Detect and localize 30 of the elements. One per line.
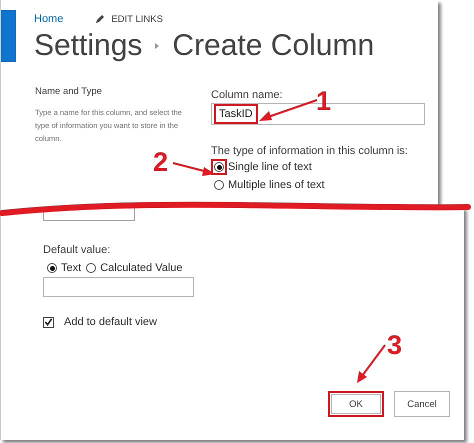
page-title: Settings: [34, 28, 142, 64]
checkbox[interactable]: [43, 316, 54, 328]
field-value: TaskID: [214, 104, 258, 124]
checkbox-label: Add to default view: [64, 316, 157, 328]
site-tile: [1, 10, 16, 62]
field-label: The type of information in this column is:: [211, 145, 409, 157]
radio-button[interactable]: [211, 159, 227, 175]
breadcrumb-arrow-icon: [154, 42, 160, 50]
field-label: Default value:: [43, 243, 112, 256]
radio-button[interactable]: [86, 263, 96, 273]
default-value-field[interactable]: [43, 277, 194, 297]
radio-label: Multiple lines of text: [228, 179, 325, 191]
section-heading: Name and Type: [35, 86, 103, 97]
step-number: 2: [153, 149, 168, 176]
radio-button[interactable]: [47, 263, 57, 273]
pointer-arrow: [257, 98, 319, 124]
input-field[interactable]: [43, 207, 135, 221]
edit-links-link[interactable]: EDIT LINKS: [95, 14, 163, 24]
radio-label: Text: [61, 262, 82, 274]
field-label: Column name:: [211, 89, 283, 101]
ok-button[interactable]: OK: [328, 391, 384, 417]
radio-label: Single line of text: [228, 161, 312, 173]
step-number: 3: [387, 332, 402, 359]
pencil-icon: [95, 14, 106, 24]
pointer-arrow: [172, 161, 216, 177]
cancel-button[interactable]: Cancel: [394, 391, 450, 417]
home-link[interactable]: Home: [34, 13, 64, 25]
page-title: Create Column: [172, 28, 374, 64]
radio-label: Calculated Value: [100, 262, 183, 274]
pointer-arrow: [354, 343, 388, 385]
